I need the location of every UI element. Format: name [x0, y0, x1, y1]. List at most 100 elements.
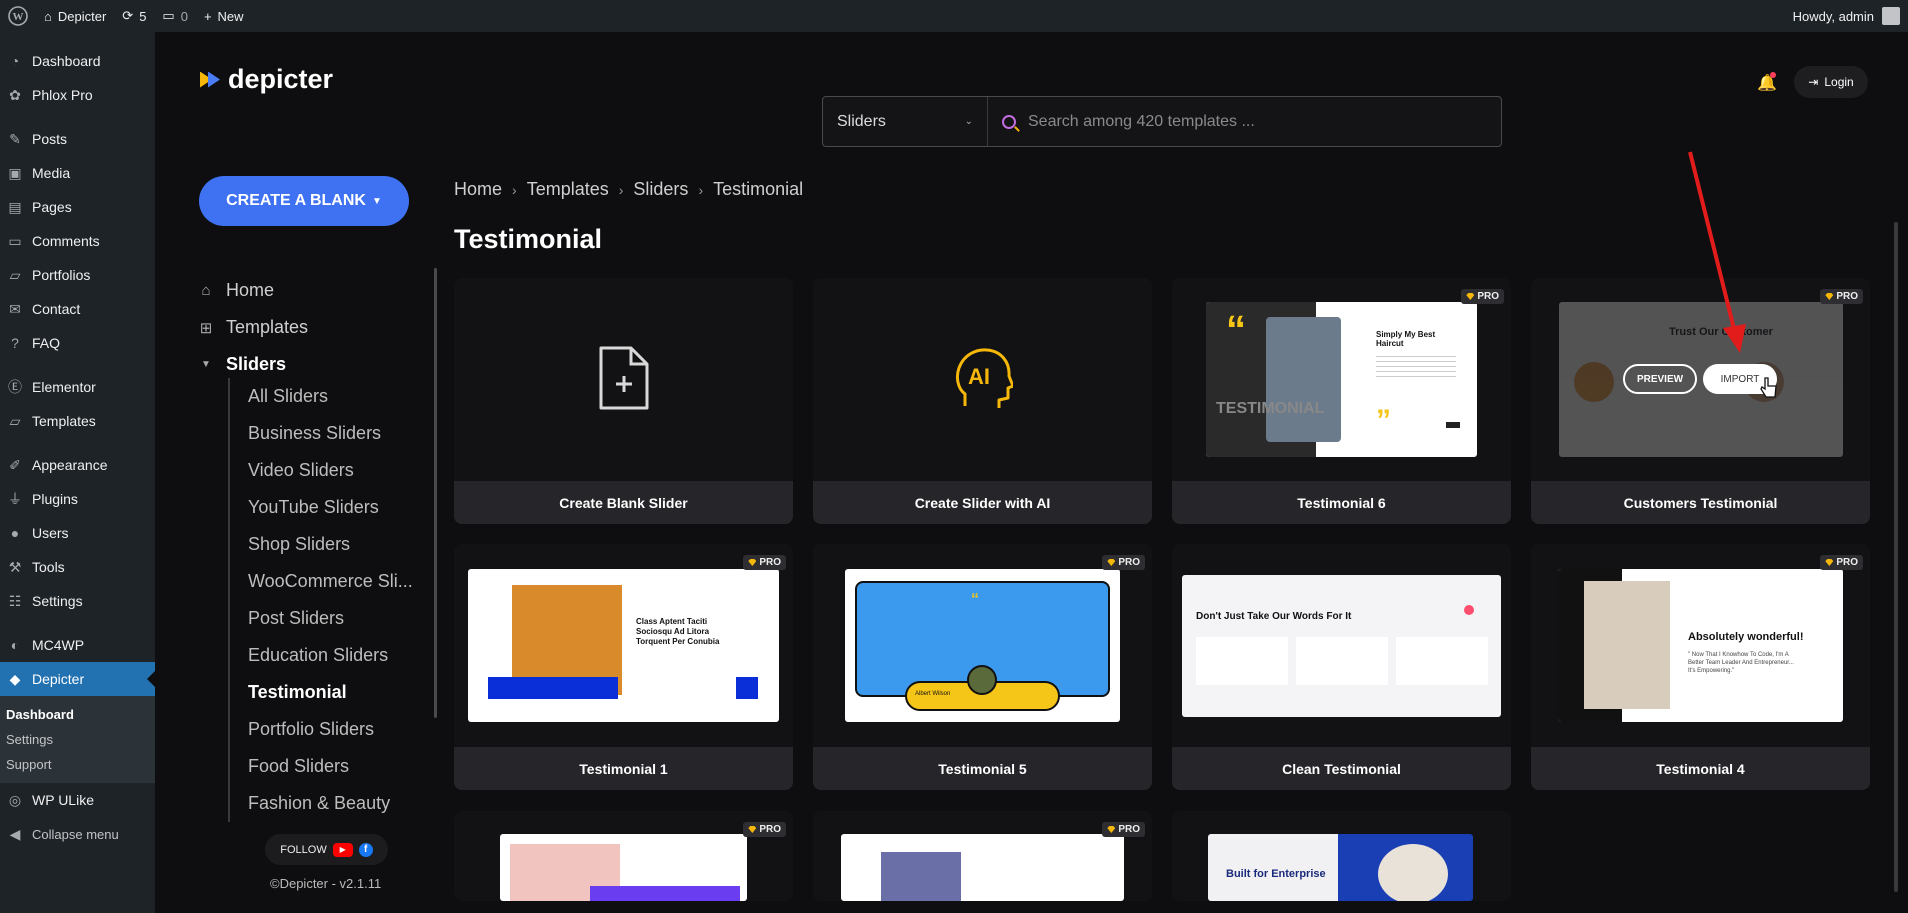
- submenu-settings[interactable]: Settings: [0, 727, 155, 752]
- gem-icon: [1107, 559, 1116, 566]
- pro-badge: PRO: [743, 822, 786, 837]
- pro-badge: PRO: [1820, 289, 1863, 304]
- comment-icon: ▭: [8, 232, 22, 249]
- breadcrumb: Home › Templates › Sliders › Testimonial: [454, 179, 804, 200]
- collapse-menu-button[interactable]: ◀ Collapse menu: [0, 817, 155, 851]
- breadcrumb-templates[interactable]: Templates: [527, 179, 609, 200]
- template-search: Sliders ⌄ Search among 420 templates ...: [822, 96, 1502, 147]
- menu-posts[interactable]: ✎ Posts: [0, 122, 155, 156]
- subnav-video-sliders[interactable]: Video Sliders: [248, 452, 413, 489]
- submenu-dashboard[interactable]: Dashboard: [0, 702, 155, 727]
- new-content-link[interactable]: + New: [196, 0, 252, 32]
- menu-pages[interactable]: ▤ Pages: [0, 190, 155, 224]
- notification-bell-icon[interactable]: 🔔: [1757, 72, 1777, 92]
- search-input[interactable]: Search among 420 templates ...: [988, 113, 1255, 131]
- template-preview: “ Albert Wilson: [845, 569, 1120, 722]
- menu-contact[interactable]: ✉ Contact: [0, 292, 155, 326]
- template-preview: Absolutely wonderful! " Now That I Knowh…: [1558, 569, 1843, 722]
- login-button[interactable]: ⇥ Login: [1794, 66, 1868, 98]
- subnav-woocommerce-sliders[interactable]: WooCommerce Sli...: [248, 563, 413, 600]
- menu-appearance[interactable]: ✐ Appearance: [0, 448, 155, 482]
- menu-faq[interactable]: ? FAQ: [0, 326, 155, 360]
- site-name-link[interactable]: ⌂ Depicter: [36, 0, 114, 32]
- updates-link[interactable]: ⟳ 5: [114, 0, 154, 32]
- card-row3-2[interactable]: PRO: [813, 811, 1152, 901]
- subnav-all-sliders[interactable]: All Sliders: [248, 378, 413, 415]
- card-create-slider-with-ai[interactable]: AI Create Slider with AI: [813, 278, 1152, 524]
- menu-mc4wp[interactable]: ◐ MC4WP: [0, 628, 155, 662]
- card-testimonial-5[interactable]: “ Albert Wilson PRO Testimonial 5: [813, 544, 1152, 790]
- card-testimonial-1[interactable]: Class Aptent Taciti Sociosqu Ad Litora T…: [454, 544, 793, 790]
- follow-bar: FOLLOW ▶ f: [265, 834, 388, 865]
- subnav-food-sliders[interactable]: Food Sliders: [248, 748, 413, 785]
- subnav-shop-sliders[interactable]: Shop Sliders: [248, 526, 413, 563]
- card-create-blank-slider[interactable]: Create Blank Slider: [454, 278, 793, 524]
- menu-tools[interactable]: ⚒ Tools: [0, 550, 155, 584]
- main-scrollbar[interactable]: [1894, 222, 1898, 892]
- breadcrumb-home[interactable]: Home: [454, 179, 502, 200]
- breadcrumb-sliders[interactable]: Sliders: [633, 179, 688, 200]
- card-testimonial-6[interactable]: “ Simply My Best Haircut TESTIMONIAL ” P…: [1172, 278, 1511, 524]
- subnav-testimonial[interactable]: Testimonial: [248, 674, 413, 711]
- folder-icon: ▱: [9, 266, 21, 283]
- subnav-portfolio-sliders[interactable]: Portfolio Sliders: [248, 711, 413, 748]
- menu-plugins[interactable]: ⏚ Plugins: [0, 482, 155, 516]
- nav-home[interactable]: ⌂ Home: [198, 272, 308, 309]
- phlox-icon: ✿: [9, 86, 21, 103]
- folder-icon: ▱: [9, 412, 21, 429]
- menu-users[interactable]: ● Users: [0, 516, 155, 550]
- menu-wp-ulike[interactable]: ◎ WP ULike: [0, 783, 155, 817]
- category-select[interactable]: Sliders ⌄: [823, 97, 988, 146]
- home-icon: ⌂: [44, 8, 52, 24]
- pro-badge: PRO: [1102, 555, 1145, 570]
- subnav-business-sliders[interactable]: Business Sliders: [248, 415, 413, 452]
- create-blank-button[interactable]: CREATE A BLANK ▼: [199, 176, 409, 226]
- card-row3-3[interactable]: Built for Enterprise: [1172, 811, 1511, 901]
- mc4wp-icon: ◐: [10, 637, 20, 653]
- template-preview: [841, 834, 1124, 901]
- login-icon: ⇥: [1808, 75, 1819, 89]
- card-row3-1[interactable]: PRO: [454, 811, 793, 901]
- template-preview: “ Simply My Best Haircut TESTIMONIAL ”: [1206, 302, 1477, 457]
- pro-badge: PRO: [1820, 555, 1863, 570]
- preview-button[interactable]: PREVIEW: [1623, 364, 1697, 394]
- pro-badge: PRO: [1461, 289, 1504, 304]
- menu-comments[interactable]: ▭ Comments: [0, 224, 155, 258]
- menu-templates[interactable]: ▱ Templates: [0, 404, 155, 438]
- menu-depicter[interactable]: ◆ Depicter: [0, 662, 155, 696]
- menu-elementor[interactable]: Ⓔ Elementor: [0, 370, 155, 404]
- user-account-link[interactable]: Howdy, admin: [1793, 0, 1900, 32]
- wrench-icon: ⚒: [8, 558, 22, 575]
- wp-logo-icon[interactable]: W: [0, 0, 36, 32]
- depicter-icon: ◆: [9, 670, 21, 687]
- red-arrow-annotation: [1688, 151, 1746, 353]
- card-testimonial-4[interactable]: Absolutely wonderful! " Now That I Knowh…: [1531, 544, 1870, 790]
- depicter-logo[interactable]: depicter: [200, 64, 333, 95]
- like-icon: ◎: [8, 791, 22, 808]
- comments-link[interactable]: ▭ 0: [154, 0, 196, 32]
- subnav-youtube-sliders[interactable]: YouTube Sliders: [248, 489, 413, 526]
- template-preview: Don't Just Take Our Words For It: [1182, 575, 1501, 717]
- submenu-support[interactable]: Support: [0, 752, 155, 777]
- pro-badge: PRO: [743, 555, 786, 570]
- caret-down-icon: ▼: [371, 195, 382, 207]
- youtube-icon[interactable]: ▶: [332, 842, 353, 857]
- plus-icon: +: [203, 8, 212, 24]
- depicter-logo-icon: [200, 69, 222, 91]
- gem-icon: [1107, 826, 1116, 833]
- mail-icon: ✉: [9, 300, 21, 317]
- menu-portfolios[interactable]: ▱ Portfolios: [0, 258, 155, 292]
- subnav-post-sliders[interactable]: Post Sliders: [248, 600, 413, 637]
- menu-phlox-pro[interactable]: ✿ Phlox Pro: [0, 78, 155, 112]
- cursor-hand-icon: [1760, 377, 1777, 398]
- card-clean-testimonial[interactable]: Don't Just Take Our Words For It Clean T…: [1172, 544, 1511, 790]
- nav-templates[interactable]: ⊞ Templates: [198, 309, 308, 346]
- subnav-education-sliders[interactable]: Education Sliders: [248, 637, 413, 674]
- menu-media[interactable]: ▣ Media: [0, 156, 155, 190]
- comment-icon: ▭: [162, 8, 175, 23]
- subnav-fashion-beauty[interactable]: Fashion & Beauty: [248, 785, 413, 822]
- nav-scrollbar[interactable]: [434, 268, 437, 718]
- menu-settings[interactable]: ☷ Settings: [0, 584, 155, 618]
- facebook-icon[interactable]: f: [358, 842, 373, 857]
- menu-dashboard[interactable]: ◔ Dashboard: [0, 44, 155, 78]
